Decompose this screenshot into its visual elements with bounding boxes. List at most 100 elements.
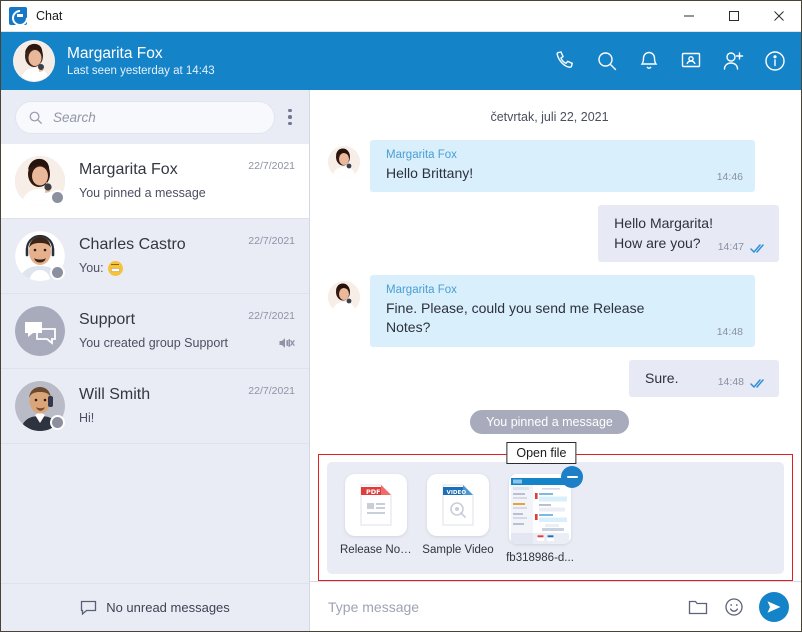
message-bubble-incoming: Margarita Fox Hello Brittany! 14:46 [370, 140, 755, 193]
info-icon[interactable] [763, 49, 787, 73]
search-icon [28, 110, 43, 125]
status-dot [50, 265, 65, 280]
preview-text: You created group Support [79, 336, 228, 351]
preview-text: You: [79, 261, 104, 276]
call-icon[interactable] [553, 49, 577, 73]
date-separator: četvrtak, juli 22, 2021 [490, 110, 609, 124]
message-bubble-outgoing: Sure. 14:48 [629, 359, 779, 397]
message-row: Margarita Fox Hello Brittany! 14:46 [320, 140, 779, 193]
image-thumbnail[interactable] [509, 474, 571, 544]
search-input[interactable] [53, 109, 262, 125]
message-bubble-outgoing: Hello Margarita! How are you? 14:47 [598, 205, 779, 262]
conversation-name: Charles Castro [79, 236, 186, 254]
unread-label: No unread messages [106, 600, 230, 615]
avatar [328, 280, 360, 313]
contacts-list: Margarita Fox You pinned a message 22/7/… [1, 144, 309, 583]
conversation-date: 22/7/2021 [248, 385, 295, 397]
read-receipt-icon [750, 241, 767, 254]
message-input[interactable] [328, 598, 687, 615]
avatar [15, 231, 65, 281]
conversation-item-support[interactable]: Support You created group Support 22/7/2… [1, 294, 309, 369]
attachment-name: Release Notes [340, 544, 412, 556]
conversation-text: Support You created group Support [79, 310, 240, 351]
main-body: Margarita Fox You pinned a message 22/7/… [1, 90, 801, 631]
conversation-preview: Hi! [79, 410, 240, 426]
chat-panel: četvrtak, juli 22, 2021 Margarita Fox He… [310, 90, 801, 631]
kebab-menu-icon[interactable] [277, 100, 303, 134]
conversation-date: 22/7/2021 [248, 310, 295, 322]
svg-text:PDF: PDF [366, 488, 381, 496]
status-dot [50, 415, 65, 430]
avatar [328, 146, 360, 178]
conversation-item-margarita-fox[interactable]: Margarita Fox You pinned a message 22/7/… [1, 144, 309, 219]
conversation-preview: You created group Support [79, 335, 240, 351]
remove-attachment-icon[interactable] [561, 466, 583, 488]
message-text: Hello Brittany! [386, 165, 474, 181]
attachment-name: Sample Video [422, 544, 494, 556]
notifications-bell-icon[interactable] [637, 49, 661, 73]
unread-status-bar: No unread messages [1, 583, 309, 631]
attachment-item-sample-video[interactable]: VIDEO Sample Video [422, 474, 494, 564]
close-button[interactable] [756, 1, 801, 32]
conversation-header: Margarita Fox Last seen yesterday at 14:… [1, 32, 801, 90]
preview-text: You pinned a message [79, 186, 206, 201]
conversation-name: Support [79, 311, 136, 329]
message-meta: 14:48 [718, 376, 767, 389]
preview-text: Hi! [79, 411, 95, 426]
conversation-item-charles-castro[interactable]: Charles Castro You: 22/7/2021 [1, 219, 309, 294]
attachment-item-release-notes[interactable]: PDF Release Notes [340, 474, 412, 564]
conversation-preview: You pinned a message [79, 185, 240, 201]
conversation-meta: 22/7/2021 [248, 369, 295, 443]
chat-app-logo-icon [9, 7, 27, 25]
avatar [15, 381, 65, 431]
message-composer [310, 581, 801, 631]
attachment-item-image[interactable]: Open file fb318986-d... [505, 442, 583, 564]
avatar [15, 306, 65, 356]
header-contact-status: Last seen yesterday at 14:43 [67, 65, 215, 77]
system-note-row: You pinned a message [320, 409, 779, 434]
message-time: 14:48 [716, 325, 743, 338]
send-button[interactable] [759, 591, 789, 622]
read-receipt-icon [750, 376, 767, 389]
conversation-date: 22/7/2021 [248, 235, 295, 247]
screen-share-icon[interactable] [679, 49, 703, 73]
message-row: Hello Margarita! How are you? 14:47 [320, 205, 779, 262]
conversation-item-will-smith[interactable]: Will Smith Hi! 22/7/2021 [1, 369, 309, 444]
status-dot [50, 190, 65, 205]
muted-icon [278, 336, 295, 350]
message-meta: 14:48 [717, 326, 743, 338]
message-time: 14:47 [717, 240, 744, 253]
search-box[interactable] [15, 100, 275, 134]
video-file-icon[interactable]: VIDEO [427, 474, 489, 536]
message-row: Sure. 14:48 [320, 359, 779, 397]
search-icon[interactable] [595, 49, 619, 73]
header-contact-info: Margarita Fox Last seen yesterday at 14:… [67, 44, 215, 79]
chat-application-window: Chat Margarita Fox Last seen yesterday a… [0, 0, 802, 632]
conversations-sidebar: Margarita Fox You pinned a message 22/7/… [1, 90, 310, 631]
message-bubble-incoming: Margarita Fox Fine. Please, could you se… [370, 274, 755, 347]
minimize-button[interactable] [666, 1, 711, 32]
smiley-icon[interactable] [723, 596, 745, 618]
message-sender: Margarita Fox [386, 149, 457, 161]
maximize-button[interactable] [711, 1, 756, 32]
conversation-preview: You: [79, 260, 240, 276]
open-file-tooltip: Open file [506, 442, 577, 464]
conversation-text: Margarita Fox You pinned a message [79, 160, 240, 201]
messages-area: četvrtak, juli 22, 2021 Margarita Fox He… [310, 90, 801, 581]
header-avatar[interactable] [13, 40, 55, 82]
attachment-name: fb318986-d... [506, 552, 574, 564]
emoji-icon [107, 260, 123, 276]
folder-icon[interactable] [687, 596, 709, 618]
message-sender: Margarita Fox [386, 283, 457, 296]
conversation-date: 22/7/2021 [248, 160, 295, 172]
add-contact-icon[interactable] [721, 49, 745, 73]
attachments-list: PDF Release Notes VIDEO Sample Video Ope… [327, 442, 784, 574]
conversation-meta: 22/7/2021 [248, 219, 295, 293]
conversation-name: Will Smith [79, 386, 151, 404]
window-controls [666, 1, 801, 32]
conversation-text: Will Smith Hi! [79, 385, 240, 426]
pinned-message-badge: You pinned a message [470, 409, 629, 434]
message-meta: 14:47 [717, 240, 767, 254]
message-text: Fine. Please, could you send me Release … [386, 299, 645, 336]
pdf-file-icon[interactable]: PDF [345, 474, 407, 536]
